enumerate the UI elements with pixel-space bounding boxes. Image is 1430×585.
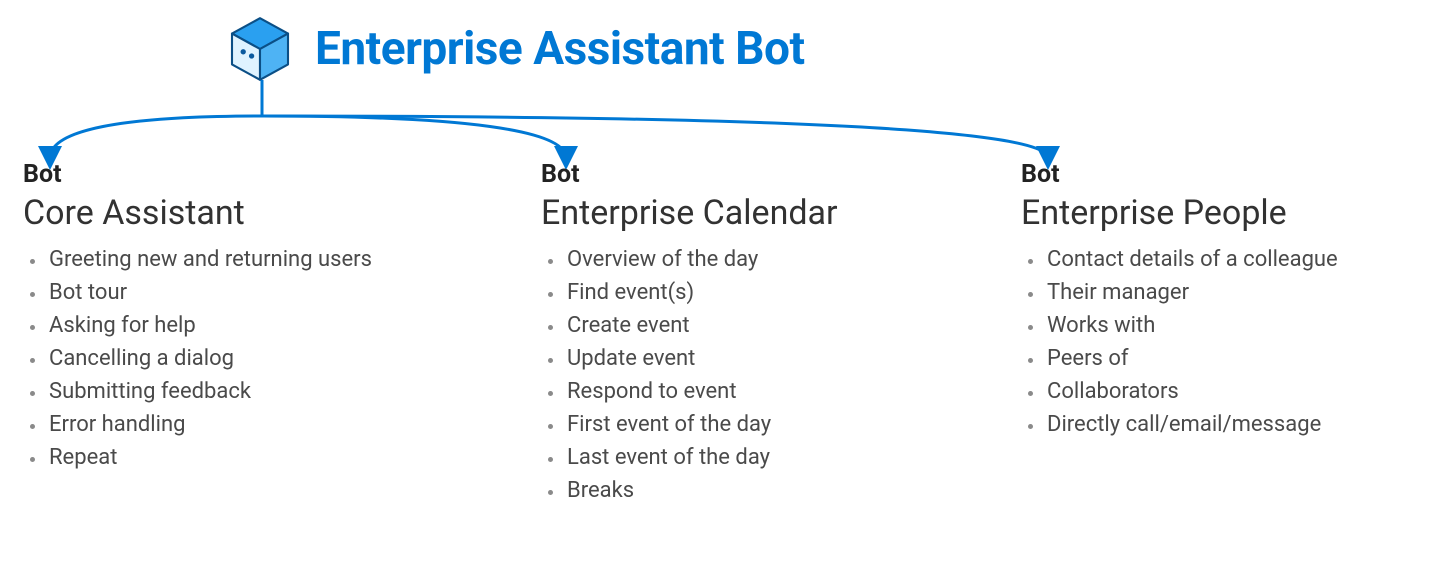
feature-item: Directly call/email/message xyxy=(1045,408,1338,441)
bot-label: Bot xyxy=(541,160,838,189)
header: Enterprise Assistant Bot xyxy=(225,14,805,84)
feature-item: Find event(s) xyxy=(565,276,838,309)
feature-item: Update event xyxy=(565,342,838,375)
feature-item: Collaborators xyxy=(1045,375,1338,408)
feature-item: Breaks xyxy=(565,474,838,507)
cube-icon xyxy=(225,14,295,84)
main-title: Enterprise Assistant Bot xyxy=(315,22,805,76)
feature-item: Submitting feedback xyxy=(47,375,372,408)
feature-list: Greeting new and returning users Bot tou… xyxy=(23,243,372,474)
feature-item: Repeat xyxy=(47,441,372,474)
feature-list: Overview of the day Find event(s) Create… xyxy=(541,243,838,507)
bot-enterprise-calendar: Bot Enterprise Calendar Overview of the … xyxy=(541,160,838,507)
feature-item: Greeting new and returning users xyxy=(47,243,372,276)
feature-item: Create event xyxy=(565,309,838,342)
feature-item: Bot tour xyxy=(47,276,372,309)
bot-enterprise-people: Bot Enterprise People Contact details of… xyxy=(1021,160,1338,441)
feature-item: Last event of the day xyxy=(565,441,838,474)
feature-item: First event of the day xyxy=(565,408,838,441)
feature-item: Peers of xyxy=(1045,342,1338,375)
feature-item: Error handling xyxy=(47,408,372,441)
bot-name: Enterprise People xyxy=(1021,193,1338,233)
feature-item: Respond to event xyxy=(565,375,838,408)
bot-core-assistant: Bot Core Assistant Greeting new and retu… xyxy=(23,160,372,474)
bot-label: Bot xyxy=(23,160,372,189)
feature-item: Overview of the day xyxy=(565,243,838,276)
bot-name: Enterprise Calendar xyxy=(541,193,838,233)
feature-item: Works with xyxy=(1045,309,1338,342)
feature-item: Asking for help xyxy=(47,309,372,342)
diagram-root: Enterprise Assistant Bot Bot Core Assist… xyxy=(0,0,1430,585)
bot-name: Core Assistant xyxy=(23,193,372,233)
feature-list: Contact details of a colleague Their man… xyxy=(1021,243,1338,441)
bot-label: Bot xyxy=(1021,160,1338,189)
feature-item: Cancelling a dialog xyxy=(47,342,372,375)
feature-item: Contact details of a colleague xyxy=(1045,243,1338,276)
feature-item: Their manager xyxy=(1045,276,1338,309)
